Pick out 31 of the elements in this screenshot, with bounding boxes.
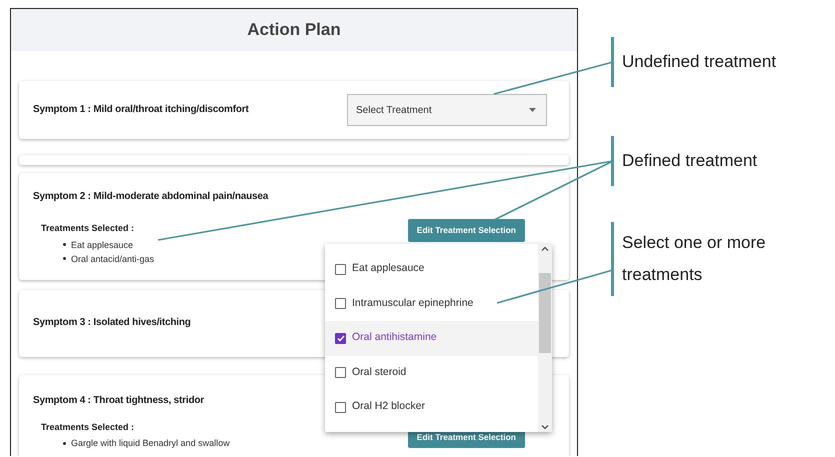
symptom-label: Symptom 4 : Throat tightness, stridor xyxy=(33,394,204,407)
checkbox[interactable] xyxy=(335,332,346,344)
scroll-thumb[interactable] xyxy=(539,273,551,353)
treatments-heading: Treatments Selected : xyxy=(41,420,136,434)
bullet-icon xyxy=(63,442,66,445)
symptom-label: Symptom 3 : Isolated hives/itching xyxy=(33,317,191,330)
edit-treatment-button[interactable]: Edit Treatment Selection xyxy=(408,219,525,242)
scroll-up-icon[interactable] xyxy=(541,246,549,251)
treatment-select[interactable]: Select Treatment xyxy=(347,94,547,126)
annotation-text: Undefined treatment xyxy=(622,50,776,73)
bracket-bar xyxy=(611,136,614,186)
bullet-icon xyxy=(63,243,66,246)
treatment-item: Gargle with liquid Benadryl and swallow xyxy=(71,437,230,450)
treatment-item: Oral antacid/anti-gas xyxy=(71,252,154,266)
menu-option[interactable]: Oral antihistamine xyxy=(325,321,538,356)
checkbox[interactable] xyxy=(335,367,346,378)
checkbox[interactable] xyxy=(335,264,346,275)
annotation-text: Defined treatment xyxy=(622,150,758,172)
symptom-label: Symptom 2 : Mild-moderate abdominal pain/nausea xyxy=(33,191,268,203)
checkbox[interactable] xyxy=(335,298,346,310)
page-title: Action Plan xyxy=(247,19,341,42)
bullet-icon xyxy=(63,257,66,260)
caret-icon xyxy=(529,108,536,112)
symptom-label: Symptom 1 : Mild oral/throat itching/discomfort xyxy=(33,104,249,116)
treatment-item: Eat applesauce xyxy=(71,238,134,252)
scroll-down-icon[interactable] xyxy=(541,425,549,430)
treatments-heading: Treatments Selected : xyxy=(41,222,136,236)
annotation-text: Select one or more treatments xyxy=(622,232,767,286)
checkbox[interactable] xyxy=(335,402,346,413)
select-placeholder: Select Treatment xyxy=(356,104,432,118)
bracket-bar xyxy=(611,37,614,87)
